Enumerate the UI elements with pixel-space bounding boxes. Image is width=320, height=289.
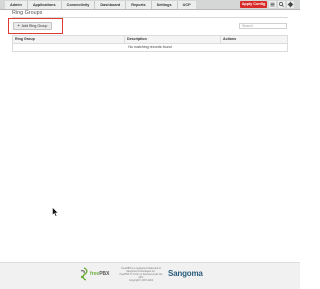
search-input[interactable] [239,23,287,29]
nav-tab-ucp[interactable]: UCP [176,1,196,9]
freepbx-logo[interactable]: freePBX [79,267,117,281]
column-divider [124,36,125,43]
nav-menu: Admin Applications Connectivity Dashboar… [5,0,196,9]
mouse-pointer-icon [52,207,59,217]
column-header-description[interactable]: Description [127,36,147,43]
page-title: Ring Groups [12,10,43,16]
column-divider [220,36,221,43]
column-header-ring-group[interactable]: Ring Group [15,36,35,43]
add-ring-group-label: Add Ring Group [21,24,48,28]
freepbx-wordmark: freePBX [90,269,109,279]
nav-tab-reports[interactable]: Reports [125,1,151,9]
nav-tab-dashboard[interactable]: Dashboard [94,1,126,9]
footer-info-line: Copyright© 2007-2024 [128,279,154,282]
sangoma-logo[interactable]: Sangoma [168,269,203,279]
freepbx-swirl-icon [80,267,88,281]
nav-tab-settings[interactable]: Settings [150,1,177,9]
empty-table-message: No matching records found [128,45,172,49]
nav-tab-admin[interactable]: Admin [5,1,27,9]
plus-icon: + [17,24,20,28]
footer: freePBX FreePBX is a registered trademar… [0,262,300,289]
add-ring-group-button[interactable]: + Add Ring Group [13,22,52,30]
footer-legal-text: FreePBX is a registered trademark of San… [118,267,164,282]
column-header-actions: Actions [223,37,237,41]
nav-tab-connectivity[interactable]: Connectivity [60,1,95,9]
apply-config-button[interactable]: Apply Config [240,1,267,8]
table-header: Ring Group Description Actions [13,36,287,44]
ring-groups-table: Ring Group Description Actions No matchi… [12,35,288,52]
freepbx-free-text: free [90,271,100,277]
nav-tab-applications[interactable]: Applications [26,1,61,9]
menu-icon[interactable] [269,1,276,8]
gear-icon[interactable] [287,1,294,8]
freepbx-pbx-text: PBX [99,271,110,277]
freepbx-window: Admin Applications Connectivity Dashboar… [0,0,300,289]
search-icon[interactable] [278,1,285,8]
top-navbar: Admin Applications Connectivity Dashboar… [0,0,300,10]
